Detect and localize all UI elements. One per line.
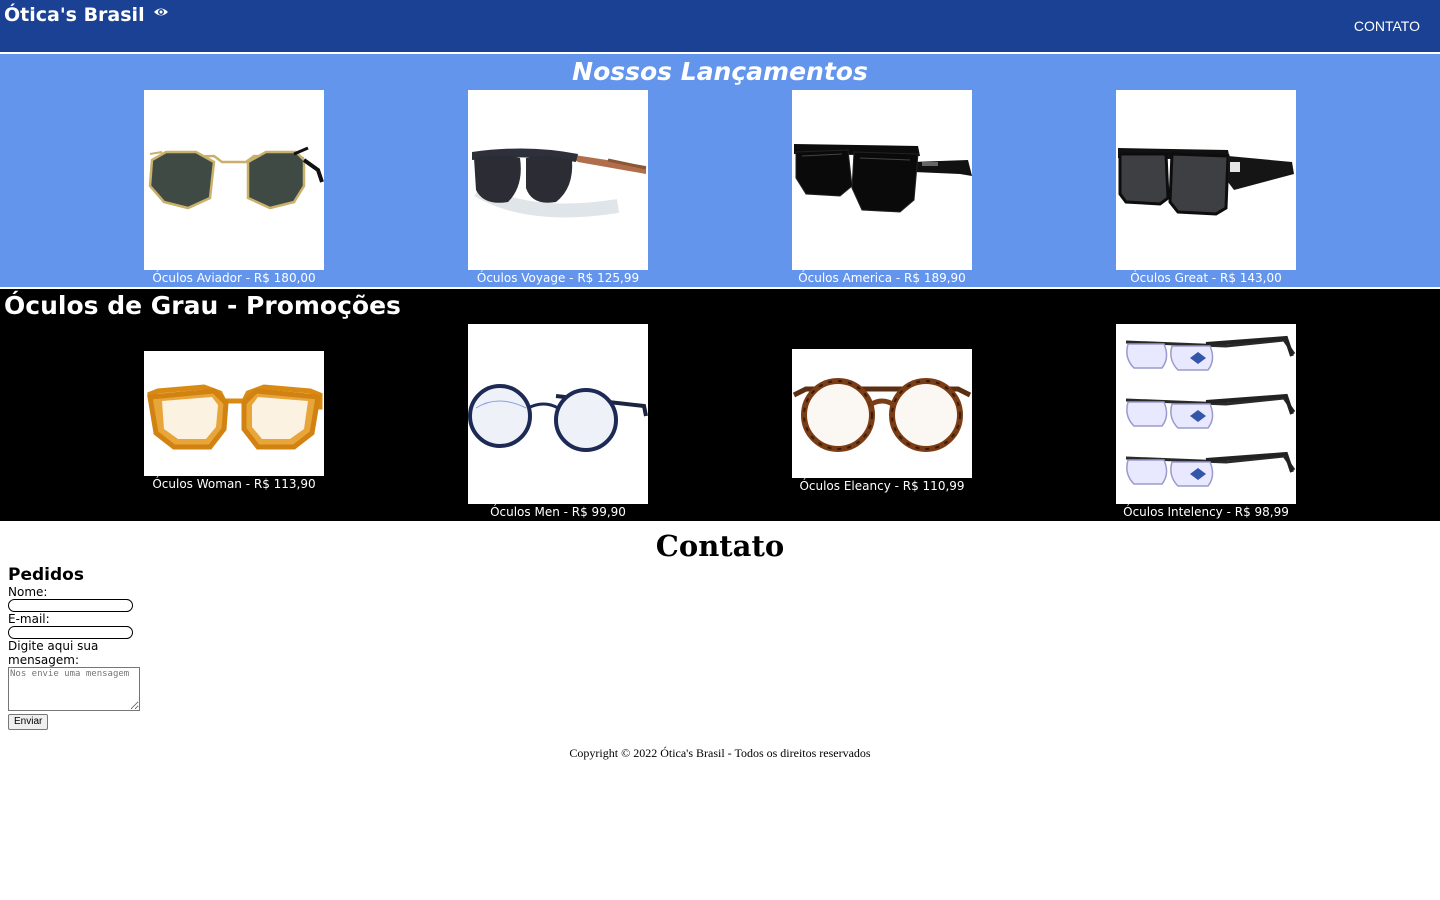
product-card[interactable]: Óculos Aviador - R$ 180,00 <box>144 90 324 286</box>
site-header: Ótica's Brasil CONTATO <box>0 0 1440 54</box>
message-label: Digite aqui sua mensagem: <box>8 639 99 667</box>
brand: Ótica's Brasil <box>4 3 169 27</box>
name-label: Nome: <box>8 585 48 599</box>
voyage-sunglasses-image <box>468 90 648 270</box>
product-card[interactable]: Óculos America - R$ 189,90 <box>792 90 972 286</box>
launches-section: Nossos Lançamentos Óculos Aviador - R$ 1… <box>0 54 1440 289</box>
product-caption: Óculos Woman - R$ 113,90 <box>152 477 316 491</box>
product-card[interactable]: Óculos Men - R$ 99,90 <box>468 324 648 520</box>
product-caption: Óculos Great - R$ 143,00 <box>1130 271 1282 285</box>
product-caption: Óculos Intelency - R$ 98,99 <box>1123 505 1289 519</box>
launches-title: Nossos Lançamentos <box>572 57 868 86</box>
product-card[interactable]: Óculos Woman - R$ 113,90 <box>144 351 324 492</box>
promos-title: Óculos de Grau - Promoções <box>4 291 401 320</box>
product-caption: Óculos Aviador - R$ 180,00 <box>152 271 316 285</box>
contact-title: Contato <box>655 529 785 563</box>
name-input[interactable] <box>8 599 133 612</box>
submit-button[interactable]: Enviar <box>8 714 49 730</box>
promos-section: Óculos de Grau - Promoções Óculos Woman … <box>0 289 1440 521</box>
product-card[interactable]: Óculos Voyage - R$ 125,99 <box>468 90 648 286</box>
order-form: Pedidos Nome: E-mail: Digite aqui sua me… <box>8 565 168 730</box>
america-sunglasses-image <box>792 90 972 270</box>
email-label: E-mail: <box>8 612 50 626</box>
product-card[interactable]: Óculos Eleancy - R$ 110,99 <box>792 349 972 494</box>
product-caption: Óculos America - R$ 189,90 <box>798 271 966 285</box>
product-card[interactable]: Óculos Great - R$ 143,00 <box>1116 90 1296 286</box>
eleancy-glasses-image <box>792 349 972 478</box>
nav-contact-link[interactable]: CONTATO <box>1354 17 1420 35</box>
men-glasses-image <box>468 324 648 504</box>
product-caption: Óculos Men - R$ 99,90 <box>490 505 626 519</box>
eye-icon <box>153 6 169 18</box>
product-caption: Óculos Voyage - R$ 125,99 <box>476 271 640 285</box>
email-input[interactable] <box>8 626 133 639</box>
brand-title: Ótica's Brasil <box>4 4 145 26</box>
great-sunglasses-image <box>1116 90 1296 270</box>
intelency-glasses-image <box>1116 324 1296 504</box>
form-title: Pedidos <box>8 565 84 585</box>
product-card[interactable]: Óculos Intelency - R$ 98,99 <box>1116 324 1296 520</box>
message-textarea[interactable] <box>8 667 140 711</box>
aviator-sunglasses-image <box>144 90 324 270</box>
copyright: Copyright © 2022 Ótica's Brasil - Todos … <box>569 746 871 760</box>
woman-glasses-image <box>144 351 324 476</box>
product-caption: Óculos Eleancy - R$ 110,99 <box>799 479 965 493</box>
